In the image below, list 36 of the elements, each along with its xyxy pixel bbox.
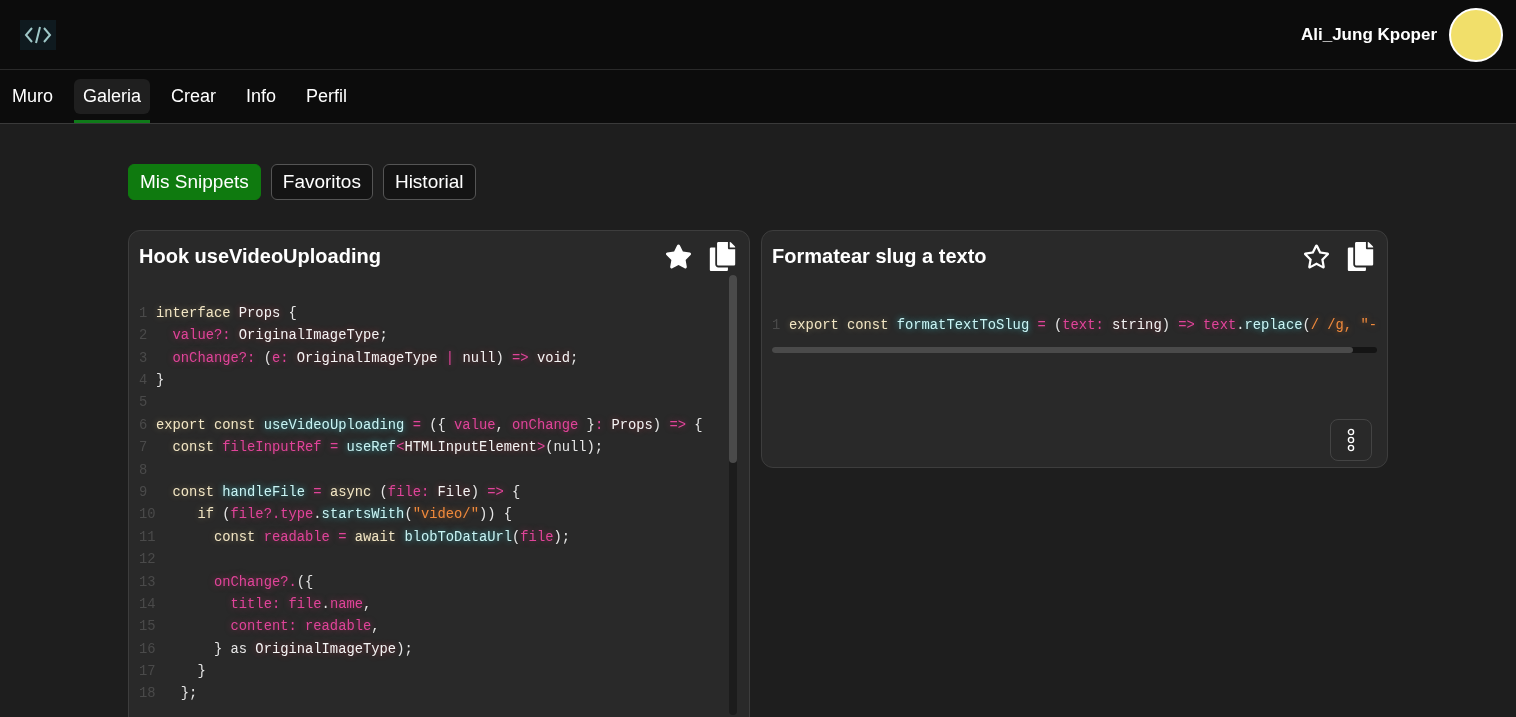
code-line: title: file.name, <box>229 595 372 614</box>
code-logo-icon <box>18 17 58 52</box>
username: Ali_Jung Kpoper <box>1301 23 1437 46</box>
code-line: onChange?.({ <box>212 573 314 592</box>
code-line: if (file?.type.startsWith("video/")) { <box>196 506 513 525</box>
code-line: export const useVideoUploading = ({ value, onChange }: Props) => { <box>156 416 703 435</box>
kebab-icon <box>1347 428 1355 452</box>
code-line: onChange?: (e: OriginalImageType | null) => void; <box>171 349 579 368</box>
nav-tab[interactable]: Crear <box>162 70 226 123</box>
code-line: content: readable, <box>229 618 380 637</box>
scrollbar[interactable] <box>729 275 738 715</box>
code-line: value?: OriginalImageType; <box>171 327 388 346</box>
code-line: const fileInputRef = useRef<HTMLInputElement>(null); <box>171 439 604 458</box>
code-line: const readable = await blobToDataUrl(file); <box>212 528 571 547</box>
code-line: export const formatTextToSlug = (text: string) => text.replace(/ /g, "- <box>789 316 1377 335</box>
filter-tab[interactable]: Mis Snippets <box>128 164 261 200</box>
code-line: interface Props { <box>156 304 297 323</box>
code-line: } as OriginalImageType); <box>212 640 413 659</box>
nav-tab[interactable]: Muro <box>3 70 62 123</box>
copy-icon[interactable] <box>708 241 738 271</box>
avatar[interactable] <box>1449 7 1503 62</box>
scrollbar[interactable] <box>772 347 1377 354</box>
copy-icon[interactable] <box>1346 241 1375 271</box>
code-line: const handleFile = async (file: File) => { <box>171 483 521 502</box>
star-icon[interactable] <box>1303 242 1330 270</box>
nav-tab[interactable]: Perfil <box>297 70 357 123</box>
filter-tab[interactable]: Historial <box>382 164 476 200</box>
star-icon[interactable] <box>665 242 693 270</box>
snippet-title: Formatear slug a texto <box>772 244 987 269</box>
snippet-title: Hook useVideoUploading <box>139 244 381 269</box>
code-line: } <box>156 372 165 390</box>
nav-tab[interactable]: Info <box>237 70 286 123</box>
code-line: }; <box>179 685 198 704</box>
code-line: } <box>196 663 206 682</box>
more-options-button[interactable] <box>1330 419 1372 461</box>
filter-tab[interactable]: Favoritos <box>270 164 373 200</box>
